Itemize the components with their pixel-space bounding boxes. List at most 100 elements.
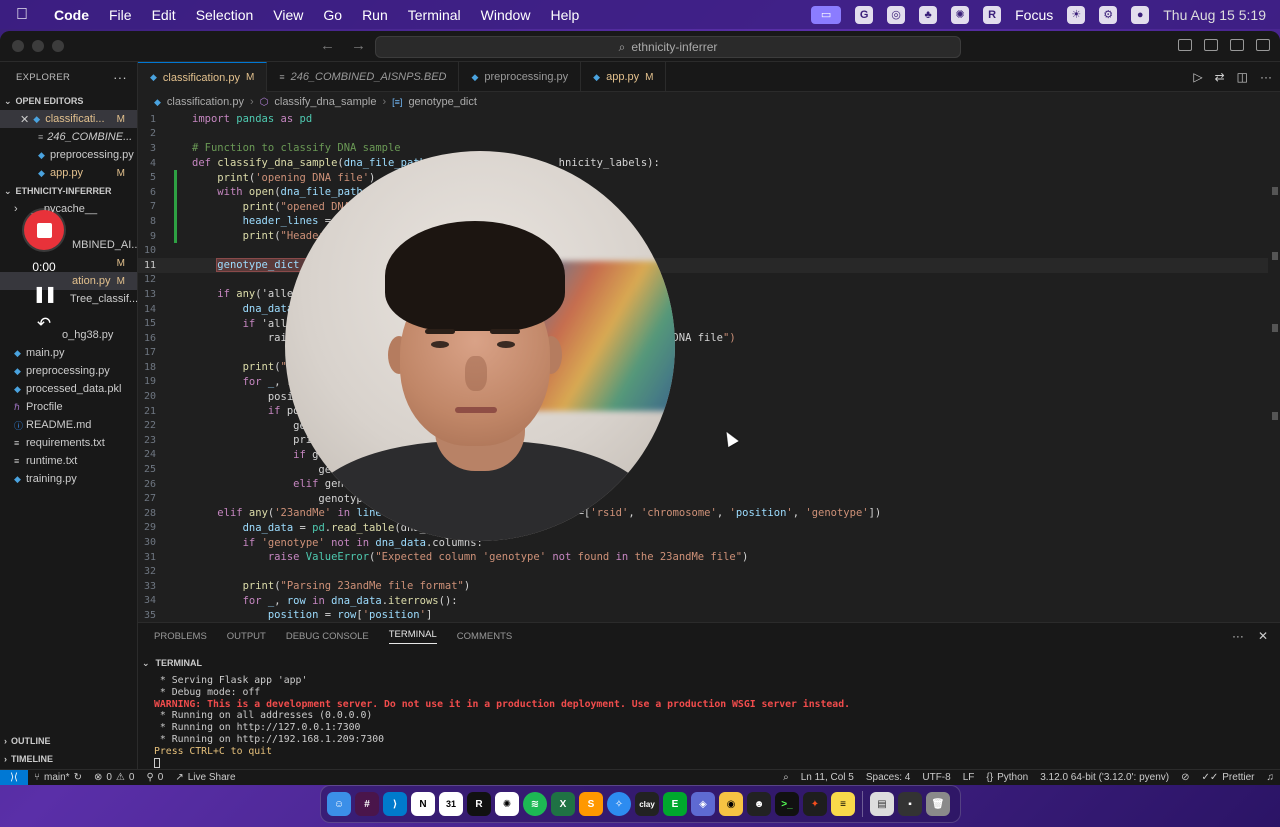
linear-icon[interactable]: ◈ — [691, 792, 715, 816]
toggle-panel-icon[interactable] — [1204, 39, 1218, 51]
r-icon[interactable]: R — [467, 792, 491, 816]
live-share-status[interactable]: ↗ Live Share — [169, 772, 241, 783]
file-item[interactable]: ⓘ README.md — [0, 416, 137, 434]
breadcrumb-function[interactable]: classify_dna_sample — [274, 96, 376, 108]
ports-status[interactable]: ⚲ 0 — [140, 772, 169, 783]
back-arrow-icon[interactable]: ← — [320, 37, 335, 54]
branch-status[interactable]: ⑂ main* ↻ — [28, 772, 88, 783]
grammarly-icon[interactable]: G — [855, 5, 874, 24]
code-line[interactable]: 31 raise ValueError("Expected column 'ge… — [138, 550, 1280, 565]
terminal-prompt[interactable] — [154, 757, 1280, 770]
code-line[interactable]: 35 position = row['position'] — [138, 608, 1280, 622]
open-editor-item[interactable]: ✕ ◆ classificati... M — [0, 110, 137, 128]
code-line[interactable]: 1 import pandas as pd — [138, 112, 1280, 127]
run-icon[interactable]: ▷ — [1193, 70, 1202, 84]
restart-icon[interactable]: ↶ — [37, 314, 51, 334]
safari-icon[interactable]: ✧ — [607, 792, 631, 816]
focus-label[interactable]: Focus — [1015, 7, 1053, 23]
vscode-icon[interactable]: ⟩ — [383, 792, 407, 816]
control-center-icon[interactable]: ⚙ — [1099, 5, 1118, 24]
evernote-icon[interactable]: E — [663, 792, 687, 816]
tab-bed-file[interactable]: ≡ 246_COMBINED_AISNPS.BED — [267, 62, 460, 92]
project-section[interactable]: ⌄ ETHNICITY-INFERRER — [0, 182, 137, 200]
remote-icon[interactable]: ⟩⟨ — [0, 769, 28, 785]
excel-icon[interactable]: X — [551, 792, 575, 816]
menu-run[interactable]: Run — [352, 7, 398, 23]
timeline-section[interactable]: › TIMELINE — [0, 750, 138, 768]
open-editors-section[interactable]: ⌄ OPEN EDITORS — [0, 92, 137, 110]
tab-problems[interactable]: PROBLEMS — [154, 631, 207, 642]
menu-file[interactable]: File — [99, 7, 142, 23]
figma-icon[interactable]: ✦ — [803, 792, 827, 816]
menu-terminal[interactable]: Terminal — [398, 7, 471, 23]
menubar-datetime[interactable]: Thu Aug 15 5:19 — [1163, 7, 1266, 23]
clay-icon[interactable]: clay — [635, 792, 659, 816]
brightness-icon[interactable]: ☀ — [1067, 5, 1086, 24]
slack-icon[interactable]: # — [355, 792, 379, 816]
code-line[interactable]: 34 for _, row in dna_data.iterrows(): — [138, 594, 1280, 609]
code-line[interactable]: 32 — [138, 564, 1280, 579]
eol-status[interactable]: LF — [957, 772, 981, 783]
open-editor-item[interactable]: ≡ 246_COMBINE... — [0, 128, 137, 146]
sublime-icon[interactable]: S — [579, 792, 603, 816]
language-status[interactable]: {} Python — [980, 772, 1034, 783]
interpreter-status[interactable]: 3.12.0 64-bit ('3.12.0': pyenv) — [1034, 772, 1175, 783]
alien-icon[interactable]: ☻ — [747, 792, 771, 816]
screen-recorder-icon[interactable]: ▭ — [811, 5, 842, 24]
split-editor-icon[interactable]: ◫ — [1237, 70, 1248, 84]
code-line[interactable]: 9 print("Header — [138, 228, 1280, 244]
compare-changes-icon[interactable]: ⇄ — [1215, 70, 1225, 84]
code-line[interactable]: 3 # Function to classify DNA sample — [138, 141, 1280, 156]
window-icon[interactable]: ▪ — [898, 792, 922, 816]
open-editor-item[interactable]: ◆ preprocessing.py — [0, 146, 137, 164]
cursor-position[interactable]: Ln 11, Col 5 — [795, 772, 860, 783]
webcam-bubble[interactable] — [285, 151, 675, 541]
siri-icon[interactable]: ● — [1131, 5, 1150, 24]
close-window-button[interactable] — [12, 40, 24, 52]
tab-terminal[interactable]: TERMINAL — [388, 629, 437, 644]
terminal-output[interactable]: * Serving Flask app 'app' * Debug mode: … — [138, 675, 1280, 769]
file-item[interactable]: ◆ training.py — [0, 470, 137, 488]
more-actions-icon[interactable]: ··· — [113, 70, 127, 85]
zoom-window-button[interactable] — [52, 40, 64, 52]
plugin-icon[interactable]: ♣ — [919, 5, 938, 24]
file-item[interactable]: ≡ requirements.txt — [0, 434, 137, 452]
file-item[interactable]: ◆ processed_data.pkl — [0, 380, 137, 398]
indentation-status[interactable]: Spaces: 4 — [860, 772, 916, 783]
notifications-status[interactable]: ♫ — [1261, 772, 1280, 783]
code-line[interactable]: 6 with open(dna_file_path, — [138, 184, 1280, 200]
tab-output[interactable]: OUTPUT — [227, 631, 266, 642]
tab-preprocessing[interactable]: ◆ preprocessing.py — [459, 62, 582, 92]
problems-status[interactable]: ⊗ 0 ⚠ 0 — [88, 772, 140, 783]
menu-edit[interactable]: Edit — [142, 7, 186, 23]
chatgpt-menu-icon[interactable]: ✺ — [951, 5, 970, 24]
code-line[interactable]: 33 print("Parsing 23andMe file format") — [138, 579, 1280, 594]
breadcrumb-symbol[interactable]: genotype_dict — [408, 96, 477, 108]
tab-debug-console[interactable]: DEBUG CONSOLE — [286, 631, 369, 642]
notes-icon[interactable]: ≡ — [831, 792, 855, 816]
tab-app[interactable]: ◆ app.py M — [581, 62, 667, 92]
prettier-status[interactable]: ✓✓ Prettier — [1196, 772, 1261, 783]
close-panel-icon[interactable]: ✕ — [1258, 629, 1268, 643]
outline-section[interactable]: › OUTLINE — [0, 732, 138, 750]
file-item[interactable]: ≡ runtime.txt — [0, 452, 137, 470]
customize-layout-icon[interactable] — [1256, 39, 1270, 51]
calendar-icon[interactable]: 31 — [439, 792, 463, 816]
menu-selection[interactable]: Selection — [186, 7, 264, 23]
trash-icon[interactable]: 🗑 — [926, 792, 950, 816]
terminal-icon[interactable]: >_ — [775, 792, 799, 816]
menu-window[interactable]: Window — [471, 7, 541, 23]
code-line[interactable]: 8 header_lines = [ — [138, 214, 1280, 229]
notion-icon[interactable]: N — [411, 792, 435, 816]
preview-icon[interactable]: ▤ — [870, 792, 894, 816]
code-line[interactable]: 7 print("opened DNA — [138, 199, 1280, 215]
tab-comments[interactable]: COMMENTS — [457, 631, 512, 642]
close-icon[interactable]: ✕ — [20, 113, 29, 126]
open-editor-item[interactable]: ◆ app.py M — [0, 164, 137, 182]
code-line[interactable]: 24 if ge — [138, 448, 1280, 463]
minimap[interactable] — [1268, 112, 1280, 622]
minimize-window-button[interactable] — [32, 40, 44, 52]
code-line[interactable]: 5 print('opening DNA file') — [138, 170, 1280, 185]
menu-help[interactable]: Help — [540, 7, 589, 23]
terminal-header[interactable]: ⌄ TERMINAL — [138, 655, 1280, 671]
